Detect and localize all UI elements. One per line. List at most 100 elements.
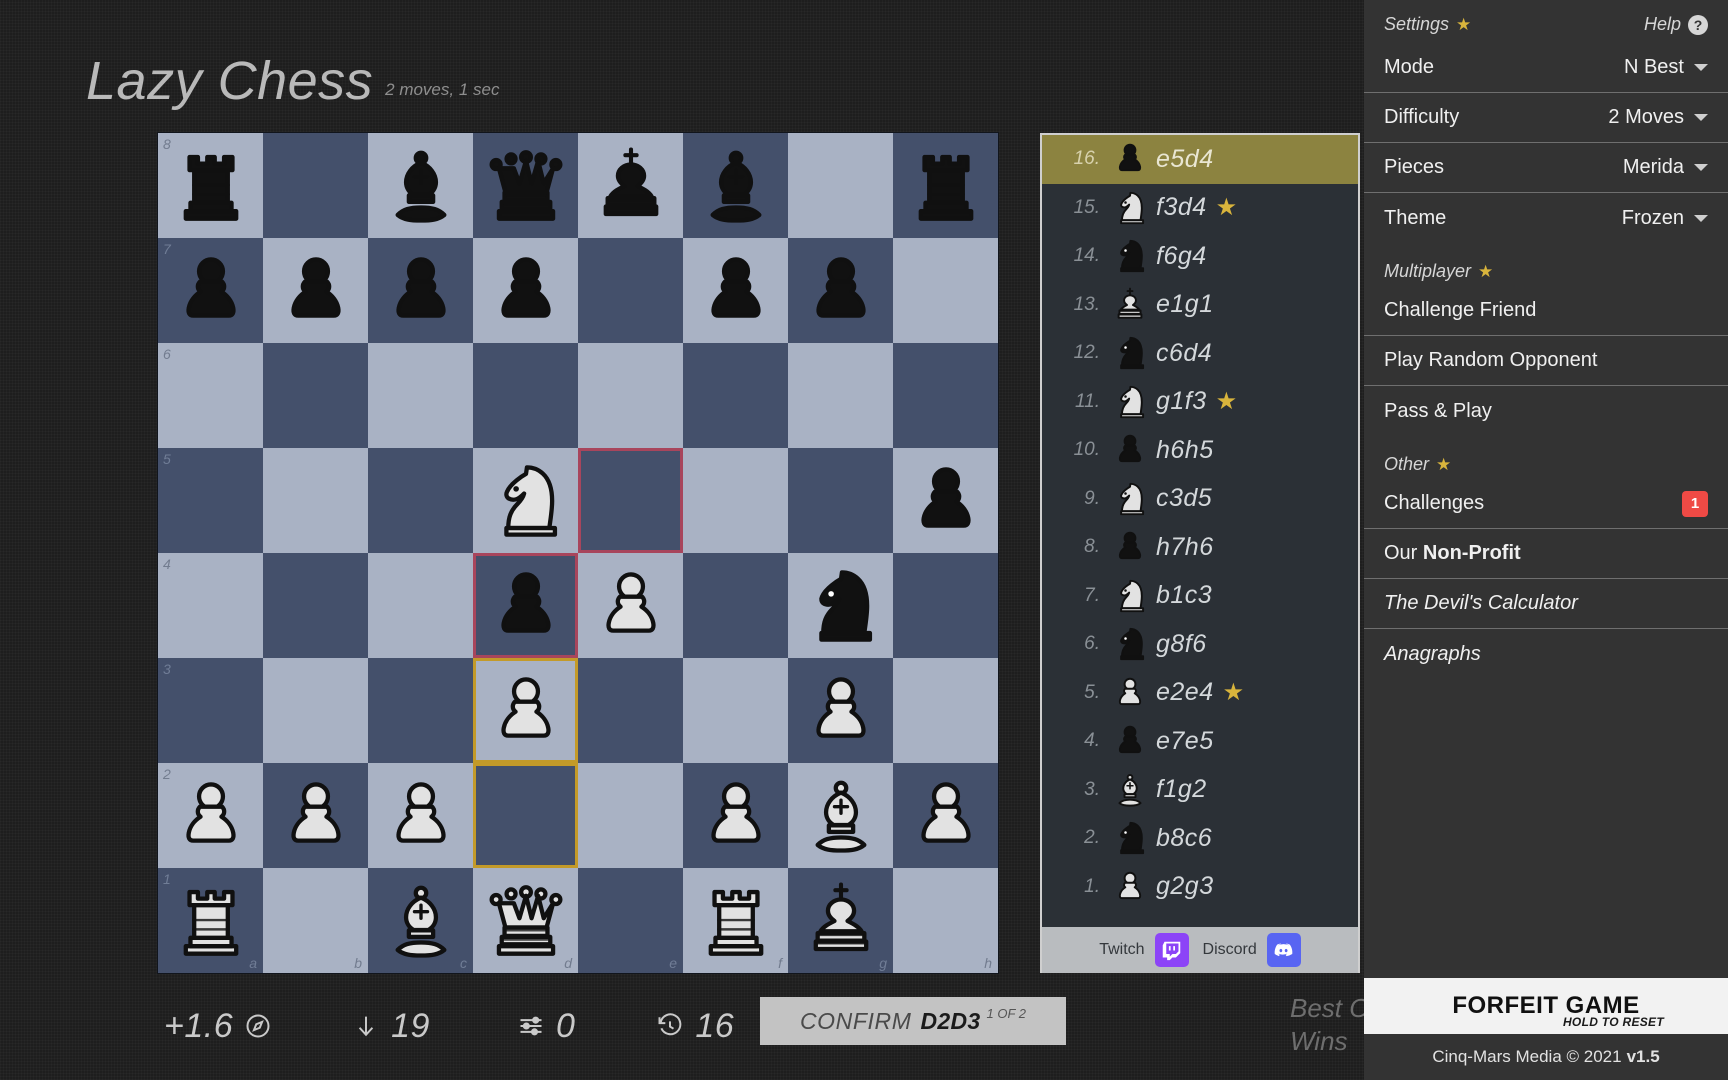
discord-icon[interactable] (1267, 933, 1301, 967)
board-square-c4[interactable] (368, 553, 473, 658)
board-square-b6[interactable] (263, 343, 368, 448)
piece-white-pawn[interactable] (274, 774, 358, 858)
board-square-b7[interactable] (263, 238, 368, 343)
move-row[interactable]: 16.e5d4 (1042, 135, 1358, 184)
settings-row-mode[interactable]: ModeN Best (1364, 43, 1728, 93)
settings-row-pieces[interactable]: PiecesMerida (1364, 143, 1728, 193)
piece-white-rook[interactable] (169, 879, 253, 963)
board-square-d4[interactable] (473, 553, 578, 658)
piece-black-pawn[interactable] (484, 249, 568, 333)
piece-black-pawn[interactable] (484, 564, 568, 648)
board-square-f1[interactable]: f (683, 868, 788, 973)
board-square-a4[interactable]: 4 (158, 553, 263, 658)
board-square-d6[interactable] (473, 343, 578, 448)
board-square-f6[interactable] (683, 343, 788, 448)
other-item-challenges[interactable]: Challenges1 (1364, 479, 1728, 529)
board-square-f8[interactable] (683, 133, 788, 238)
piece-white-king[interactable] (799, 879, 883, 963)
piece-white-bishop[interactable] (379, 879, 463, 963)
board-square-a1[interactable]: 1a (158, 868, 263, 973)
board-square-d2[interactable] (473, 763, 578, 868)
board-square-h2[interactable] (893, 763, 998, 868)
move-row[interactable]: 5.e2e4★ (1042, 669, 1358, 718)
settings-row-value[interactable]: N Best (1624, 56, 1708, 79)
piece-black-pawn[interactable] (379, 249, 463, 333)
board-square-h7[interactable] (893, 238, 998, 343)
move-row[interactable]: 14.f6g4 (1042, 232, 1358, 281)
move-row[interactable]: 8.h7h6 (1042, 523, 1358, 572)
discord-link[interactable]: Discord (1203, 933, 1301, 967)
piece-white-pawn[interactable] (694, 774, 778, 858)
chevron-down-icon[interactable] (1694, 64, 1708, 71)
move-row[interactable]: 4.e7e5 (1042, 717, 1358, 766)
settings-row-value[interactable]: 2 Moves (1608, 106, 1708, 129)
move-row[interactable]: 1.g2g3 (1042, 863, 1358, 912)
twitch-link[interactable]: Twitch (1099, 933, 1188, 967)
board-square-g6[interactable] (788, 343, 893, 448)
board-square-f4[interactable] (683, 553, 788, 658)
move-row[interactable]: 11.g1f3★ (1042, 378, 1358, 427)
board-square-e2[interactable] (578, 763, 683, 868)
piece-black-pawn[interactable] (904, 459, 988, 543)
piece-black-bishop[interactable] (694, 144, 778, 228)
piece-white-knight[interactable] (484, 459, 568, 543)
move-row[interactable]: 12.c6d4 (1042, 329, 1358, 378)
board-square-a3[interactable]: 3 (158, 658, 263, 763)
settings-row-difficulty[interactable]: Difficulty2 Moves (1364, 93, 1728, 143)
piece-black-bishop[interactable] (379, 144, 463, 228)
forfeit-game-button[interactable]: FORFEIT GAME HOLD TO RESET (1364, 978, 1728, 1034)
move-row[interactable]: 15.f3d4★ (1042, 184, 1358, 233)
piece-white-rook[interactable] (694, 879, 778, 963)
board-square-f7[interactable] (683, 238, 788, 343)
piece-black-queen[interactable] (484, 144, 568, 228)
board-square-b4[interactable] (263, 553, 368, 658)
board-square-d1[interactable]: d (473, 868, 578, 973)
board-square-h4[interactable] (893, 553, 998, 658)
board-square-b8[interactable] (263, 133, 368, 238)
board-square-g4[interactable] (788, 553, 893, 658)
board-square-f3[interactable] (683, 658, 788, 763)
piece-black-rook[interactable] (169, 144, 253, 228)
piece-black-king[interactable] (589, 144, 673, 228)
piece-white-pawn[interactable] (379, 774, 463, 858)
board-square-c6[interactable] (368, 343, 473, 448)
board-square-g8[interactable] (788, 133, 893, 238)
board-square-h8[interactable] (893, 133, 998, 238)
board-square-b1[interactable]: b (263, 868, 368, 973)
move-list-scroll[interactable]: 16.e5d415.f3d4★14.f6g413.e1g112.c6d411.g… (1042, 135, 1358, 927)
piece-black-pawn[interactable] (169, 249, 253, 333)
settings-row-value[interactable]: Frozen (1622, 207, 1708, 230)
board-square-a2[interactable]: 2 (158, 763, 263, 868)
piece-black-pawn[interactable] (799, 249, 883, 333)
multiplayer-item-play-random-opponent[interactable]: Play Random Opponent (1364, 336, 1728, 386)
move-row[interactable]: 9.c3d5 (1042, 475, 1358, 524)
board-square-a6[interactable]: 6 (158, 343, 263, 448)
multiplayer-item-challenge-friend[interactable]: Challenge Friend (1364, 286, 1728, 336)
help-group[interactable]: Help ? (1644, 14, 1708, 35)
piece-black-rook[interactable] (904, 144, 988, 228)
move-row[interactable]: 10.h6h5 (1042, 426, 1358, 475)
board-square-f2[interactable] (683, 763, 788, 868)
other-item-anagraphs[interactable]: Anagraphs (1364, 629, 1728, 679)
chevron-down-icon[interactable] (1694, 164, 1708, 171)
other-item-the-devil-s-calculator[interactable]: The Devil's Calculator (1364, 579, 1728, 629)
board-square-a8[interactable]: 8 (158, 133, 263, 238)
board-square-g2[interactable] (788, 763, 893, 868)
piece-white-queen[interactable] (484, 879, 568, 963)
board-square-e3[interactable] (578, 658, 683, 763)
board-square-e5[interactable] (578, 448, 683, 553)
other-item-our-non-profit[interactable]: Our Non-Profit (1364, 529, 1728, 579)
board-square-c8[interactable] (368, 133, 473, 238)
settings-row-value[interactable]: Merida (1623, 156, 1708, 179)
move-row[interactable]: 7.b1c3 (1042, 572, 1358, 621)
board-square-e4[interactable] (578, 553, 683, 658)
board-square-d8[interactable] (473, 133, 578, 238)
board-square-c3[interactable] (368, 658, 473, 763)
board-square-b2[interactable] (263, 763, 368, 868)
board-square-e8[interactable] (578, 133, 683, 238)
board-square-e6[interactable] (578, 343, 683, 448)
board-square-c1[interactable]: c (368, 868, 473, 973)
board-square-d5[interactable] (473, 448, 578, 553)
board-square-e7[interactable] (578, 238, 683, 343)
settings-row-theme[interactable]: ThemeFrozen (1364, 193, 1728, 243)
